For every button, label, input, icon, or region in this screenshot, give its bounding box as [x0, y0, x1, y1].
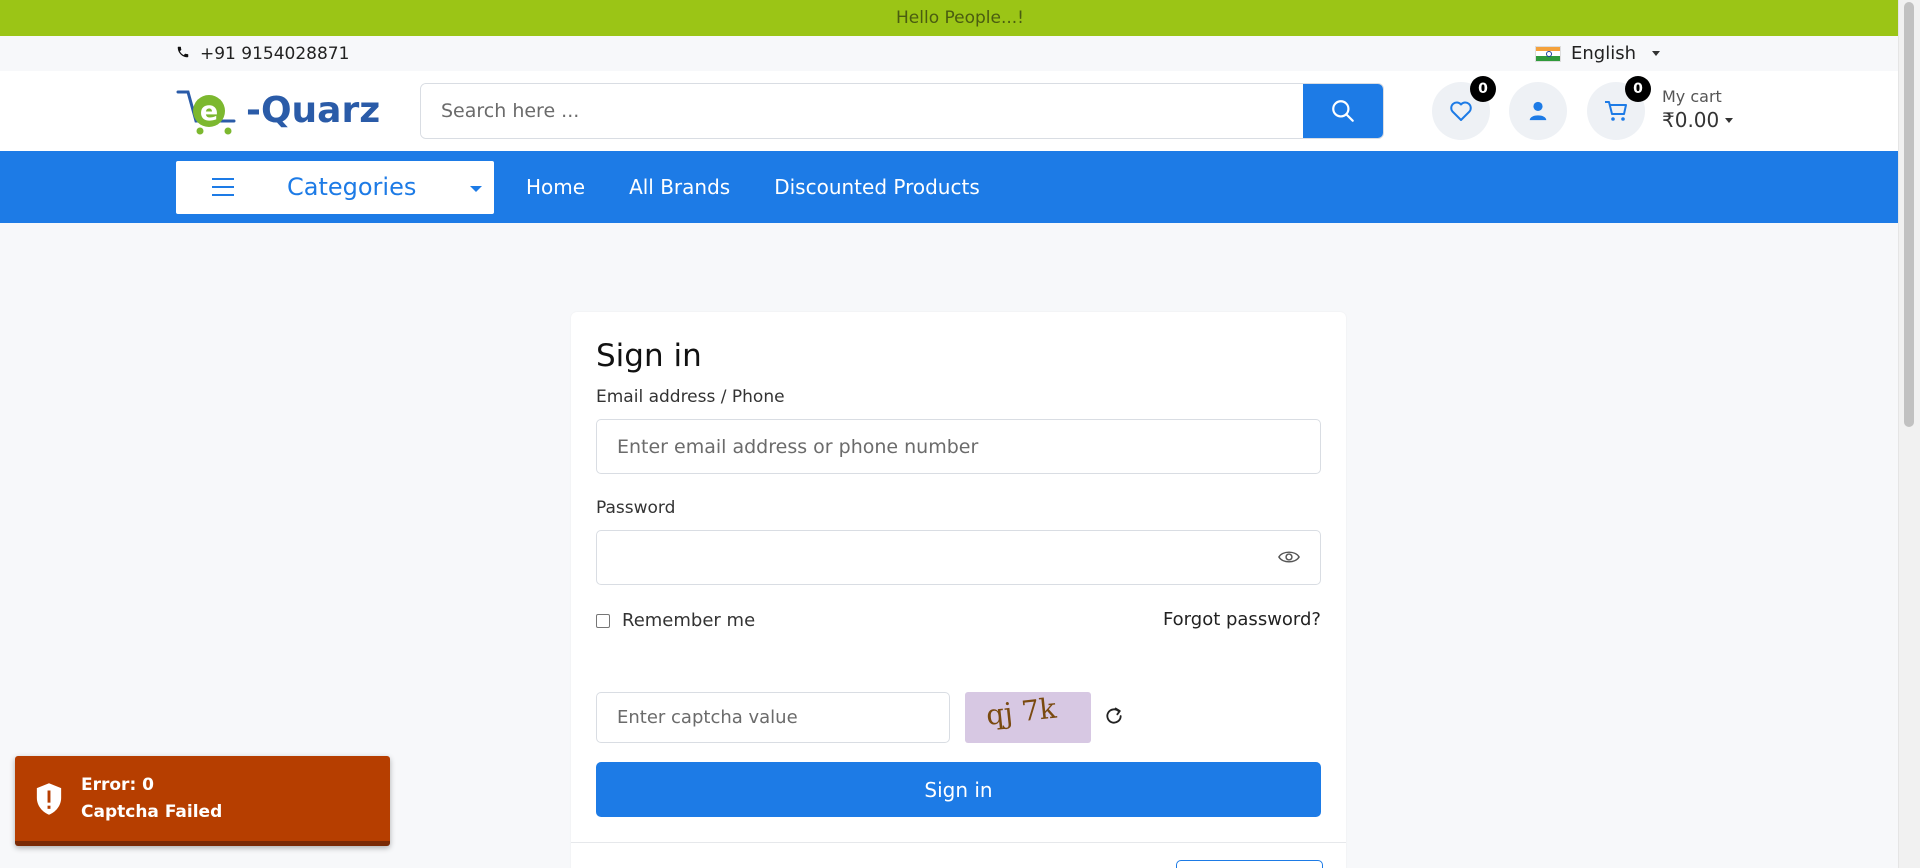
main-nav: Categories Home All Brands Discounted Pr…: [0, 151, 1920, 223]
card-divider: [571, 842, 1346, 843]
wishlist-count-badge: 0: [1470, 76, 1496, 102]
email-field[interactable]: [597, 420, 1320, 473]
user-icon: [1529, 101, 1547, 121]
password-field-wrapper: [596, 530, 1321, 585]
cart-summary[interactable]: My cart ₹0.00: [1662, 87, 1734, 132]
nav-link-home[interactable]: Home: [526, 175, 585, 199]
logo-text: -Quarz: [246, 90, 381, 131]
captcha-field-wrapper: [596, 692, 950, 743]
email-field-wrapper: [596, 419, 1321, 474]
cart-amount: ₹0.00: [1662, 108, 1720, 132]
remember-me-label: Remember me: [622, 610, 756, 631]
search-icon: [1332, 100, 1354, 122]
cart-button[interactable]: 0: [1587, 76, 1651, 140]
account-button[interactable]: [1509, 82, 1567, 140]
refresh-captcha-icon[interactable]: [1104, 706, 1124, 730]
password-label: Password: [596, 498, 676, 518]
caret-down-icon: [470, 185, 482, 192]
language-selector[interactable]: English: [1535, 43, 1660, 64]
scrollbar-thumb[interactable]: [1904, 2, 1914, 427]
menu-icon: [212, 177, 234, 202]
password-field[interactable]: [597, 531, 1320, 584]
search-input[interactable]: [421, 84, 1303, 138]
email-label: Email address / Phone: [596, 387, 785, 407]
site-header: e -Quarz 0 0 My cart ₹0.00: [0, 71, 1920, 151]
cart-logo-icon: e: [176, 83, 246, 139]
nav-link-discounted-products[interactable]: Discounted Products: [774, 175, 980, 199]
toast-title: Error: 0: [81, 774, 154, 795]
wishlist-button[interactable]: 0: [1432, 76, 1496, 140]
signin-title: Sign in: [596, 338, 702, 374]
phone-icon: [176, 44, 190, 64]
cart-count-badge: 0: [1625, 76, 1651, 102]
page-scrollbar[interactable]: [1898, 0, 1920, 868]
signin-button[interactable]: Sign in: [596, 762, 1321, 817]
india-flag-icon: [1535, 45, 1561, 62]
categories-label: Categories: [287, 173, 417, 201]
announcement-bar: Hello People...! X: [0, 0, 1920, 36]
cart-label: My cart: [1662, 87, 1722, 106]
nav-link-all-brands[interactable]: All Brands: [629, 175, 730, 199]
shopping-cart-icon: [1605, 101, 1627, 121]
shield-alert-icon: [19, 782, 79, 816]
eye-icon[interactable]: [1278, 548, 1300, 570]
error-toast[interactable]: Error: 0 Captcha Failed: [15, 756, 390, 846]
forgot-password-link[interactable]: Forgot password?: [1163, 609, 1321, 630]
top-info-bar: +91 9154028871 English: [0, 36, 1920, 71]
heart-icon: [1450, 101, 1472, 121]
captcha-input[interactable]: [597, 693, 949, 742]
captcha-image: qj 7k: [965, 692, 1091, 743]
remember-me-checkbox[interactable]: [596, 613, 610, 628]
signup-button[interactable]: [1176, 860, 1323, 868]
site-logo[interactable]: e -Quarz: [176, 83, 420, 139]
toast-message: Captcha Failed: [81, 801, 223, 822]
chevron-down-icon: [1725, 117, 1734, 123]
contact-phone[interactable]: +91 9154028871: [176, 44, 349, 64]
remember-me: Remember me: [596, 610, 755, 631]
logo-letter: e: [200, 96, 218, 127]
language-label: English: [1571, 43, 1636, 64]
captcha-text: qj 7k: [984, 692, 1058, 732]
search-bar: [420, 83, 1384, 139]
announcement-message: Hello People...!: [896, 8, 1024, 28]
search-button[interactable]: [1303, 84, 1383, 138]
chevron-down-icon: [1652, 51, 1660, 56]
signin-card: Sign in Email address / Phone Password R…: [571, 312, 1346, 868]
phone-number: +91 9154028871: [200, 43, 350, 64]
categories-dropdown[interactable]: Categories: [176, 160, 494, 214]
